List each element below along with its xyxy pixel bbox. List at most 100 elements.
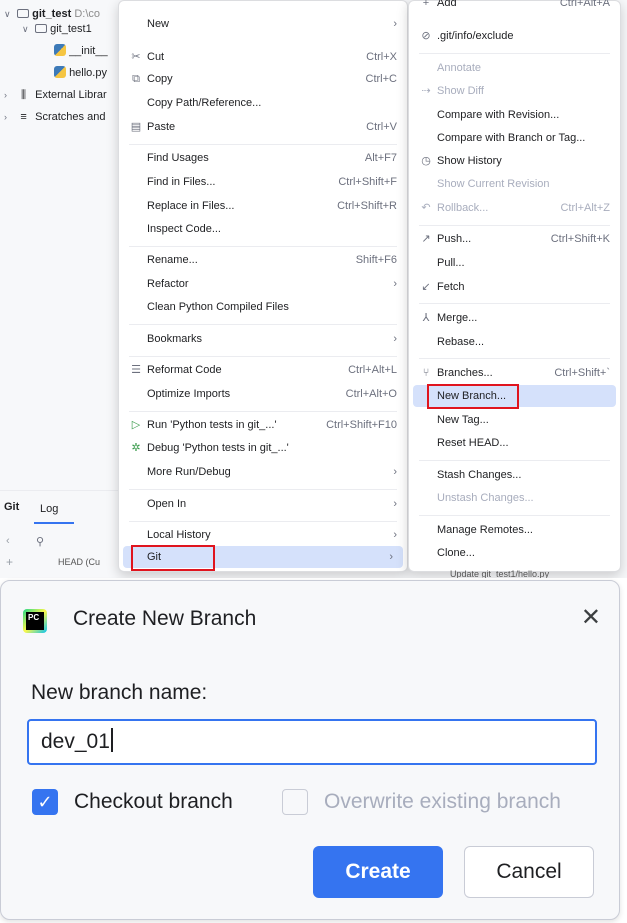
chevron-down-icon: ∨ (4, 9, 11, 19)
annotation-highlight-box (131, 545, 215, 571)
menu-item-shortcut: Ctrl+Shift+F10 (326, 419, 397, 431)
menu-item-rename[interactable]: Rename... Shift+F6 (119, 249, 407, 271)
menu-item-shortcut: Shift+F6 (355, 254, 397, 266)
menu-item-new[interactable]: New › (119, 13, 407, 35)
menu-item-rebase[interactable]: Rebase... (409, 331, 620, 353)
menu-item-bookmarks[interactable]: Bookmarks › (119, 328, 407, 350)
menu-item-optimize-imports[interactable]: Optimize Imports Ctrl+Alt+O (119, 383, 407, 405)
branch-icon: ⑂ (422, 367, 430, 379)
menu-item-new-tag[interactable]: New Tag... (409, 409, 620, 431)
checkout-branch-label[interactable]: Checkout branch (74, 789, 233, 815)
menu-item-label: Merge... (437, 312, 478, 324)
overwrite-branch-label: Overwrite existing branch (324, 790, 561, 813)
menu-item-find-usages[interactable]: Find Usages Alt+F7 (119, 147, 407, 169)
tree-file-init[interactable]: __init__ (54, 40, 108, 62)
menu-item-shortcut: Ctrl+Shift+R (337, 200, 397, 212)
branch-name-input[interactable]: dev_01 (27, 719, 597, 765)
tree-scratches[interactable]: › ≡ Scratches and (4, 106, 105, 128)
menu-item-label: Bookmarks (147, 333, 203, 345)
menu-item-label: New Tag... (437, 414, 489, 426)
menu-item-label: Stash Changes... (437, 469, 522, 481)
debug-icon: ✲ (131, 442, 141, 454)
menu-item-cut[interactable]: ✂ Cut Ctrl+X (119, 46, 407, 68)
menu-item-manage-remotes[interactable]: Manage Remotes... (409, 519, 620, 541)
menu-item-show-history[interactable]: ◷ Show History (409, 150, 620, 172)
menu-item-replace-in-files[interactable]: Replace in Files... Ctrl+Shift+R (119, 195, 407, 217)
folder-icon (17, 9, 30, 18)
menu-item-find-in-files[interactable]: Find in Files... Ctrl+Shift+F (119, 171, 407, 193)
menu-item-label: Add (437, 0, 457, 9)
menu-item-open-in[interactable]: Open In › (119, 493, 407, 515)
scratches-icon: ≡ (20, 111, 27, 123)
menu-item-label: Fetch (437, 281, 465, 293)
menu-item-copy[interactable]: ⧉ Copy Ctrl+C (119, 68, 407, 90)
menu-item-shortcut: Alt+F7 (364, 152, 397, 164)
plus-icon[interactable]: + (6, 555, 13, 569)
menu-item-compare-branch[interactable]: Compare with Branch or Tag... (409, 127, 620, 149)
menu-item-clean-compiled[interactable]: Clean Python Compiled Files (119, 296, 407, 318)
menu-item-branches[interactable]: ⑂ Branches... Ctrl+Shift+` (409, 362, 620, 384)
menu-item-label: Reset HEAD... (437, 437, 509, 449)
scissors-icon: ✂ (131, 51, 141, 63)
menu-item-label: Compare with Branch or Tag... (437, 132, 586, 144)
tab-log[interactable]: Log (40, 503, 58, 515)
menu-item-clone[interactable]: Clone... (409, 542, 620, 564)
merge-icon: ⅄ (422, 312, 430, 324)
menu-item-label: Cut (147, 51, 165, 63)
menu-separator (129, 521, 397, 522)
plus-icon: + (422, 0, 430, 9)
menu-item-reset-head[interactable]: Reset HEAD... (409, 432, 620, 454)
submenu-arrow-icon: › (393, 466, 397, 478)
menu-separator (419, 460, 610, 461)
cancel-button[interactable]: Cancel (464, 846, 594, 898)
menu-separator (419, 303, 610, 304)
search-icon[interactable]: ⚲ (36, 535, 44, 548)
menu-item-compare-revision[interactable]: Compare with Revision... (409, 104, 620, 126)
menu-item-refactor[interactable]: Refactor › (119, 273, 407, 295)
menu-item-pull[interactable]: Pull... (409, 252, 620, 274)
tree-file-label: hello.py (69, 67, 107, 79)
menu-item-label: Inspect Code... (147, 223, 221, 235)
menu-item-merge[interactable]: ⅄ Merge... (409, 307, 620, 329)
tree-folder[interactable]: ∨ git_test1 (22, 18, 92, 40)
menu-item-label: Annotate (437, 62, 482, 74)
close-icon[interactable]: ✕ (581, 603, 601, 632)
copy-icon: ⧉ (132, 73, 140, 85)
menu-item-git-exclude[interactable]: ⊘ .git/info/exclude (409, 25, 620, 47)
menu-item-copy-path[interactable]: Copy Path/Reference... (119, 92, 407, 114)
diff-icon: ⇢ (421, 85, 431, 97)
menu-item-push[interactable]: ↗ Push... Ctrl+Shift+K (409, 228, 620, 250)
menu-item-more-run-debug[interactable]: More Run/Debug › (119, 461, 407, 483)
text-caret (110, 728, 113, 752)
menu-item-inspect-code[interactable]: Inspect Code... (119, 218, 407, 240)
create-button[interactable]: Create (313, 846, 443, 898)
ide-window: ∨ git_test D:\co ∨ git_test1 __init__ he… (0, 0, 627, 578)
menu-item-label: Show Current Revision (437, 178, 550, 190)
menu-item-shortcut: Ctrl+Shift+K (550, 233, 610, 245)
menu-item-label: Clean Python Compiled Files (147, 301, 289, 313)
menu-item-add[interactable]: + Add Ctrl+Alt+A (409, 0, 620, 14)
logo-text: PC (26, 612, 44, 630)
python-file-icon (54, 66, 66, 78)
back-arrow-icon[interactable]: ‹ (6, 535, 10, 547)
menu-item-reformat-code[interactable]: ☰ Reformat Code Ctrl+Alt+L (119, 359, 407, 381)
menu-item-stash-changes[interactable]: Stash Changes... (409, 464, 620, 486)
menu-separator (129, 324, 397, 325)
rollback-icon: ↶ (421, 202, 431, 214)
menu-item-local-history[interactable]: Local History › (119, 524, 407, 546)
menu-item-run-tests[interactable]: ▷ Run 'Python tests in git_...' Ctrl+Shi… (119, 414, 407, 436)
overwrite-branch-checkbox (282, 789, 308, 815)
menu-separator (129, 489, 397, 490)
menu-item-label: .git/info/exclude (437, 30, 514, 42)
history-icon: ◷ (421, 155, 431, 167)
menu-item-label: Optimize Imports (147, 388, 231, 400)
tree-file-hello[interactable]: hello.py (54, 62, 107, 84)
menu-item-debug-tests[interactable]: ✲ Debug 'Python tests in git_...' (119, 437, 407, 459)
tree-external-libraries[interactable]: › ⫼ External Librar (4, 84, 107, 106)
menu-item-label: Find in Files... (147, 176, 216, 188)
menu-item-fetch[interactable]: ↙ Fetch (409, 276, 620, 298)
paste-icon: ▤ (130, 121, 142, 133)
menu-item-shortcut: Ctrl+Shift+F (338, 176, 397, 188)
menu-item-paste[interactable]: ▤ Paste Ctrl+V (119, 116, 407, 138)
checkout-branch-checkbox[interactable]: ✓ (32, 789, 58, 815)
